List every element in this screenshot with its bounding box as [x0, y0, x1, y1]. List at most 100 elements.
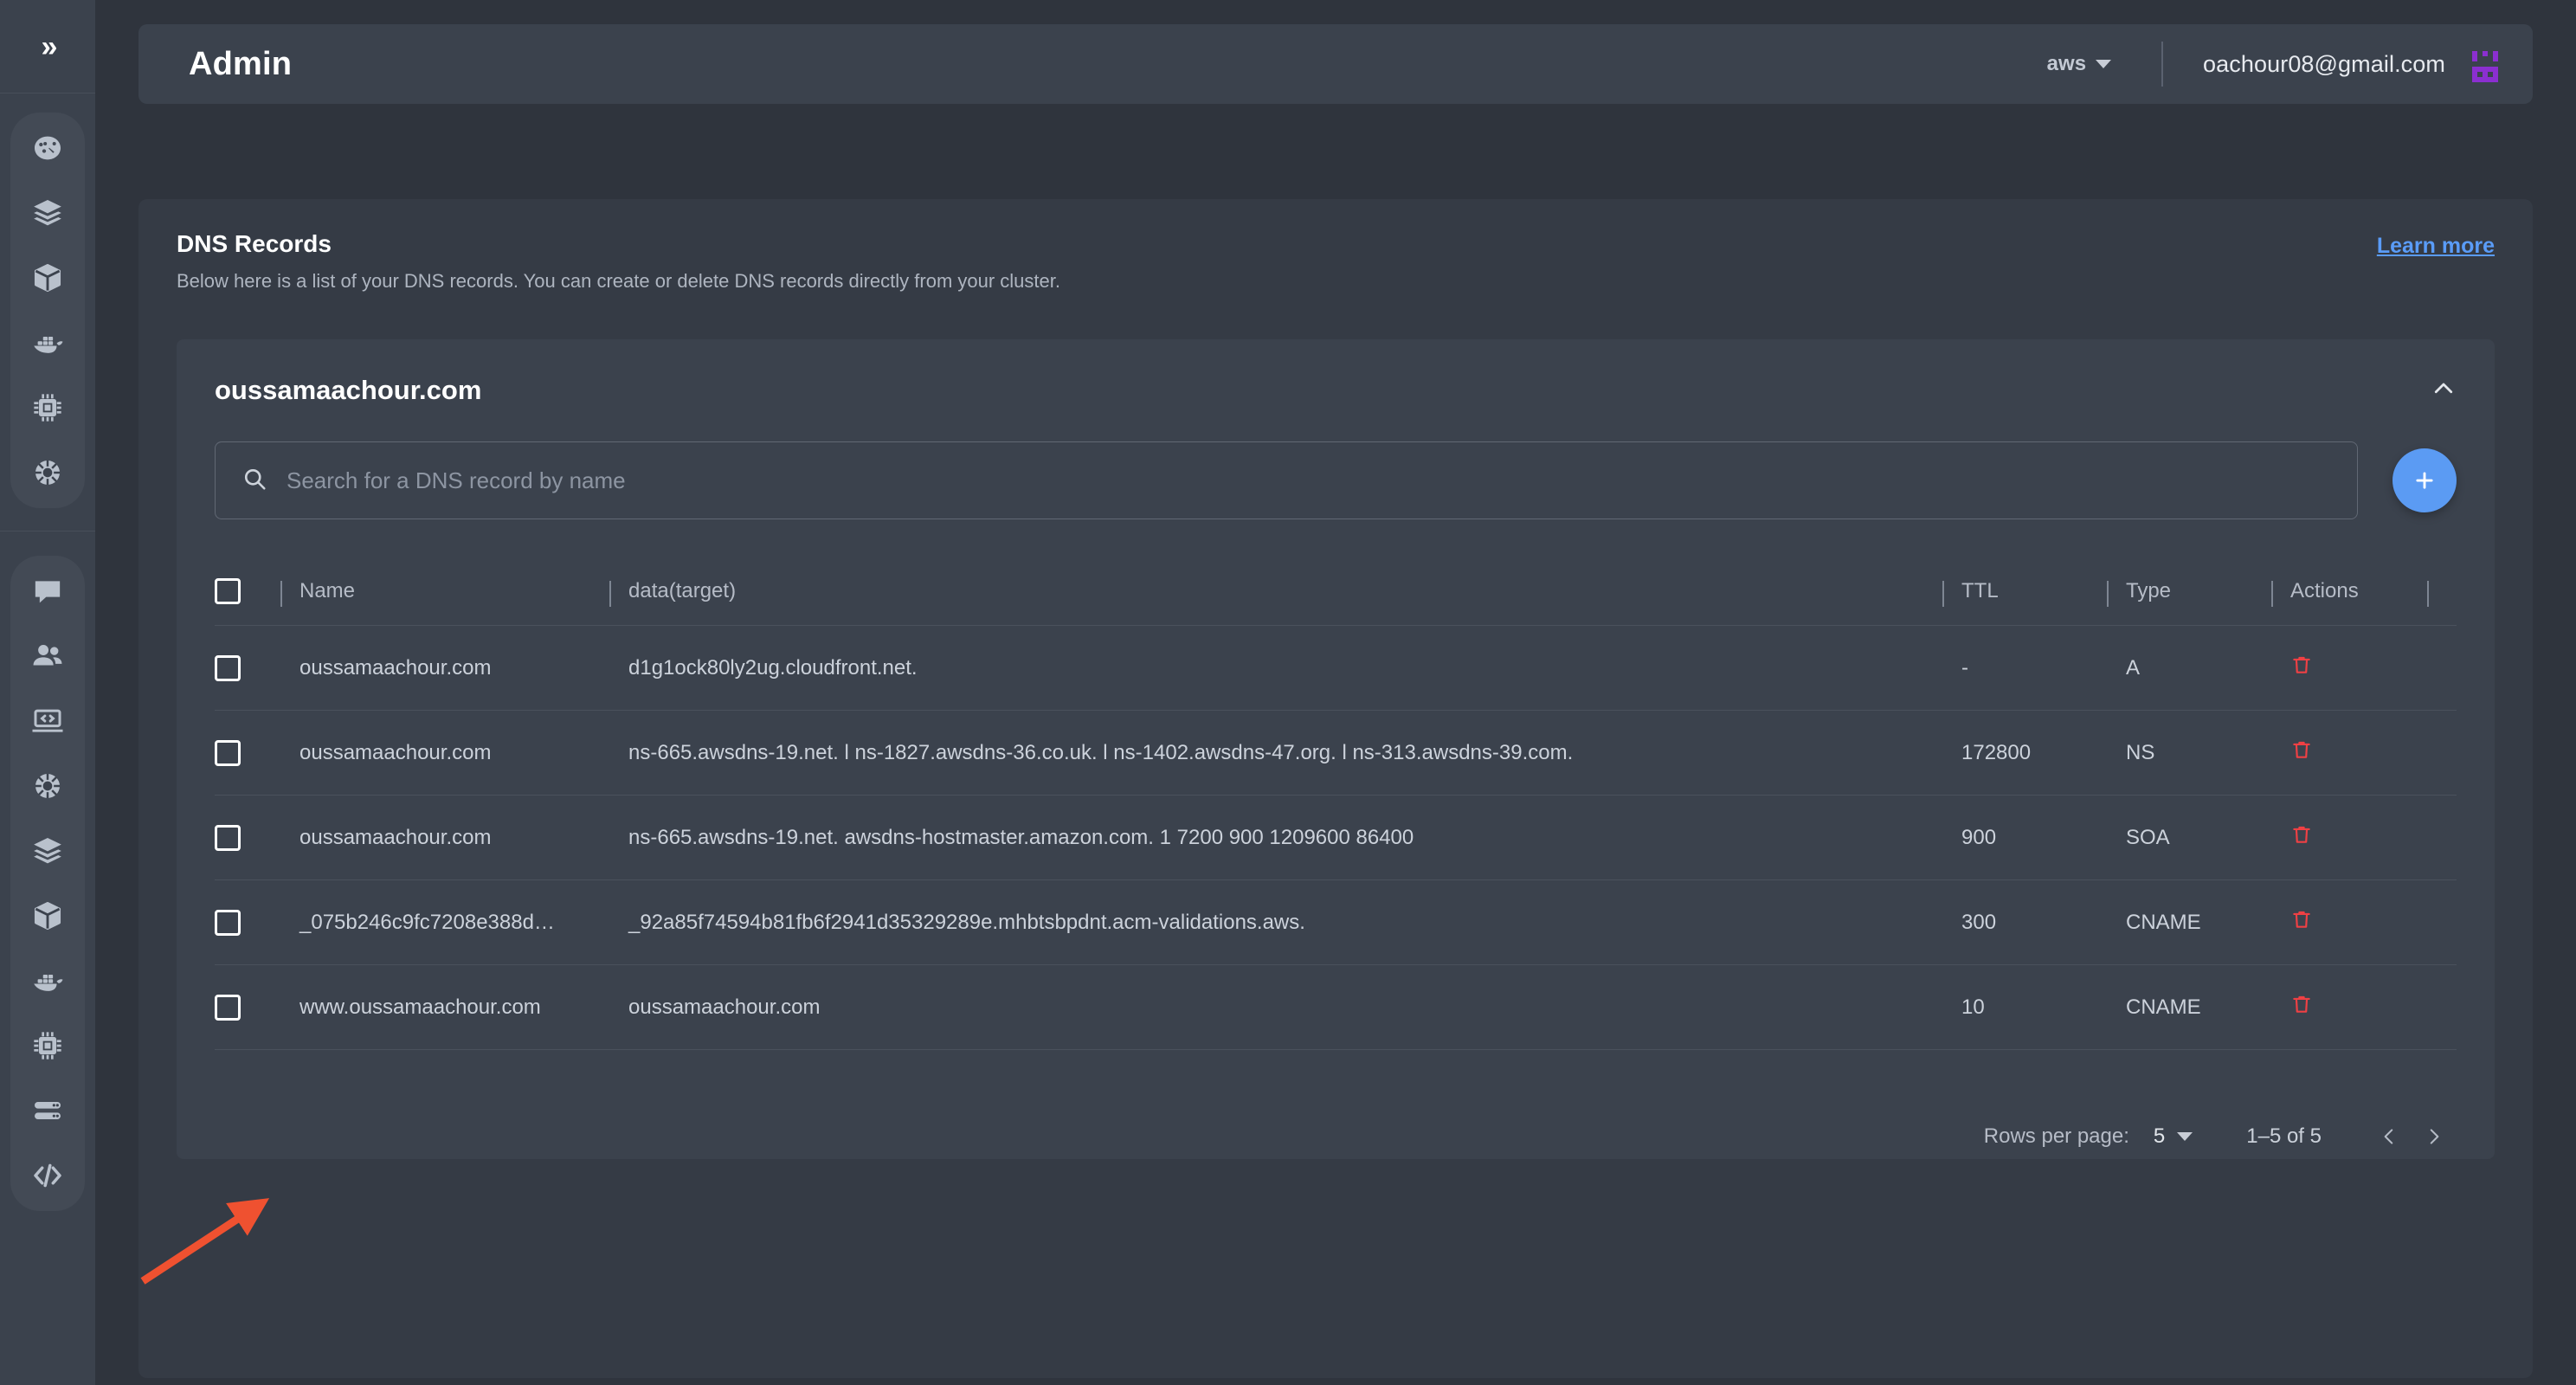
cell-ttl: 172800	[1942, 710, 2107, 796]
select-all-checkbox[interactable]	[215, 578, 241, 604]
next-page-button[interactable]	[2412, 1114, 2457, 1159]
cell-type: CNAME	[2107, 964, 2271, 1050]
cell-actions	[2271, 795, 2427, 880]
avatar[interactable]	[2467, 46, 2503, 82]
rows-per-page-value: 5	[2153, 1124, 2166, 1148]
cell-type: CNAME	[2107, 879, 2271, 965]
delete-icon[interactable]	[2290, 653, 2313, 683]
column-header-name[interactable]: Name	[280, 563, 609, 626]
sidebar-item-nodes[interactable]	[16, 1026, 79, 1066]
cpu-chip-icon	[30, 1028, 65, 1063]
row-checkbox[interactable]	[215, 654, 241, 681]
cell-end	[2427, 795, 2457, 880]
sidebar-item-develop[interactable]	[16, 701, 79, 741]
cell-ttl: 300	[1942, 879, 2107, 965]
top-bar-divider	[2161, 42, 2164, 87]
row-select-cell	[215, 710, 280, 796]
provider-dropdown[interactable]: aws	[2042, 52, 2116, 76]
sidebar-item-code[interactable]	[16, 1156, 79, 1195]
table-row[interactable]: _075b246c9fc7208e388d… _92a85f74594b81fb…	[215, 879, 2457, 965]
sidebar-item-kubernetes[interactable]	[16, 453, 79, 493]
sidebar-item-layers[interactable]	[16, 831, 79, 871]
layers-icon	[30, 834, 65, 868]
sidebar-item-docker[interactable]	[16, 323, 79, 363]
table-header-row: Name data(target) TTL Type Actions	[215, 563, 2457, 626]
page-title: Admin	[189, 45, 293, 82]
search-row	[215, 441, 2457, 523]
domain-name: oussamaachour.com	[215, 375, 482, 405]
row-checkbox[interactable]	[215, 994, 241, 1021]
sidebar-item-containers[interactable]	[16, 258, 79, 298]
domain-accordion: oussamaachour.com Search for a DNS recor…	[177, 339, 2495, 1159]
delete-icon[interactable]	[2290, 907, 2313, 937]
table-row[interactable]: oussamaachour.com d1g1ock80ly2ug.cloudfr…	[215, 625, 2457, 711]
sidebar-item-servers[interactable]	[16, 1091, 79, 1131]
sidebar-item-dashboard[interactable]	[16, 128, 79, 168]
search-box[interactable]	[215, 441, 2358, 519]
previous-page-button[interactable]	[2367, 1114, 2412, 1159]
chevron-down-icon	[2096, 60, 2112, 68]
table-row[interactable]: oussamaachour.com ns-665.awsdns-19.net. …	[215, 710, 2457, 796]
column-header-data[interactable]: data(target)	[609, 563, 1942, 626]
table-spacer-cell	[215, 1049, 2457, 1092]
sidebar-item-clusters[interactable]	[16, 766, 79, 806]
sidebar-item-teams[interactable]	[16, 636, 79, 676]
chevron-up-icon[interactable]	[2431, 376, 2457, 406]
cell-name: _075b246c9fc7208e388d…	[280, 879, 609, 965]
pagination: Rows per page: 5 1–5 of 5	[215, 1092, 2457, 1159]
table-spacer-row	[215, 1049, 2457, 1092]
row-checkbox[interactable]	[215, 909, 241, 936]
column-header-ttl[interactable]: TTL	[1942, 563, 2107, 626]
row-select-cell	[215, 625, 280, 711]
cell-data: _92a85f74594b81fb6f2941d35329289e.mhbtsb…	[609, 879, 1942, 965]
delete-icon[interactable]	[2290, 738, 2313, 768]
column-header-type[interactable]: Type	[2107, 563, 2271, 626]
card-header: DNS Records Below here is a list of your…	[177, 230, 2495, 293]
row-checkbox[interactable]	[215, 739, 241, 766]
chat-bubble-icon	[30, 574, 65, 609]
table-row[interactable]: www.oussamaachour.com oussamaachour.com …	[215, 964, 2457, 1050]
laptop-code-icon	[29, 703, 66, 739]
cell-end	[2427, 964, 2457, 1050]
sidebar-item-compute[interactable]	[16, 388, 79, 428]
server-rack-icon	[30, 1093, 65, 1128]
cube-icon	[31, 899, 64, 932]
search-icon	[242, 466, 267, 496]
table-row[interactable]: oussamaachour.com ns-665.awsdns-19.net. …	[215, 795, 2457, 880]
cell-actions	[2271, 625, 2427, 711]
sidebar-item-images[interactable]	[16, 961, 79, 1001]
users-icon	[29, 638, 66, 674]
card-title: DNS Records	[177, 230, 332, 257]
rows-per-page-label: Rows per page:	[1983, 1124, 2129, 1148]
kubernetes-helm-icon	[30, 455, 65, 490]
add-dns-record-button[interactable]	[2392, 448, 2457, 512]
cell-name: oussamaachour.com	[280, 795, 609, 880]
cube-icon	[31, 261, 64, 294]
delete-icon[interactable]	[2290, 822, 2313, 853]
gauge-icon	[30, 131, 65, 165]
delete-icon[interactable]	[2290, 992, 2313, 1022]
cell-actions	[2271, 879, 2427, 965]
main-content: Admin aws oachour08@gmail.com DNS Record…	[95, 0, 2576, 1385]
sidebar-item-stacks[interactable]	[16, 193, 79, 233]
user-email: oachour08@gmail.com	[2203, 50, 2445, 77]
cell-name: www.oussamaachour.com	[280, 964, 609, 1050]
card-header-text: DNS Records Below here is a list of your…	[177, 230, 1060, 293]
rows-per-page-select[interactable]: 5	[2154, 1124, 2193, 1149]
column-header-actions[interactable]: Actions	[2271, 563, 2427, 626]
cell-ttl: 10	[1942, 964, 2107, 1050]
domain-accordion-header[interactable]: oussamaachour.com	[215, 339, 2457, 441]
cell-data: d1g1ock80ly2ug.cloudfront.net.	[609, 625, 1942, 711]
dns-records-table-wrapper: Name data(target) TTL Type Actions oussa…	[215, 563, 2457, 1159]
sidebar: »	[0, 0, 95, 1385]
table-body: oussamaachour.com d1g1ock80ly2ug.cloudfr…	[215, 625, 2457, 1092]
provider-label: aws	[2046, 52, 2087, 75]
code-brackets-icon	[29, 1157, 66, 1194]
learn-more-link[interactable]: Learn more	[2377, 230, 2495, 259]
search-input[interactable]	[287, 467, 2331, 494]
sidebar-item-packages[interactable]	[16, 896, 79, 936]
sidebar-item-messages[interactable]	[16, 571, 79, 611]
pagination-range: 1–5 of 5	[2246, 1124, 2322, 1148]
sidebar-expand-icon[interactable]: »	[42, 32, 58, 61]
row-checkbox[interactable]	[215, 824, 241, 851]
